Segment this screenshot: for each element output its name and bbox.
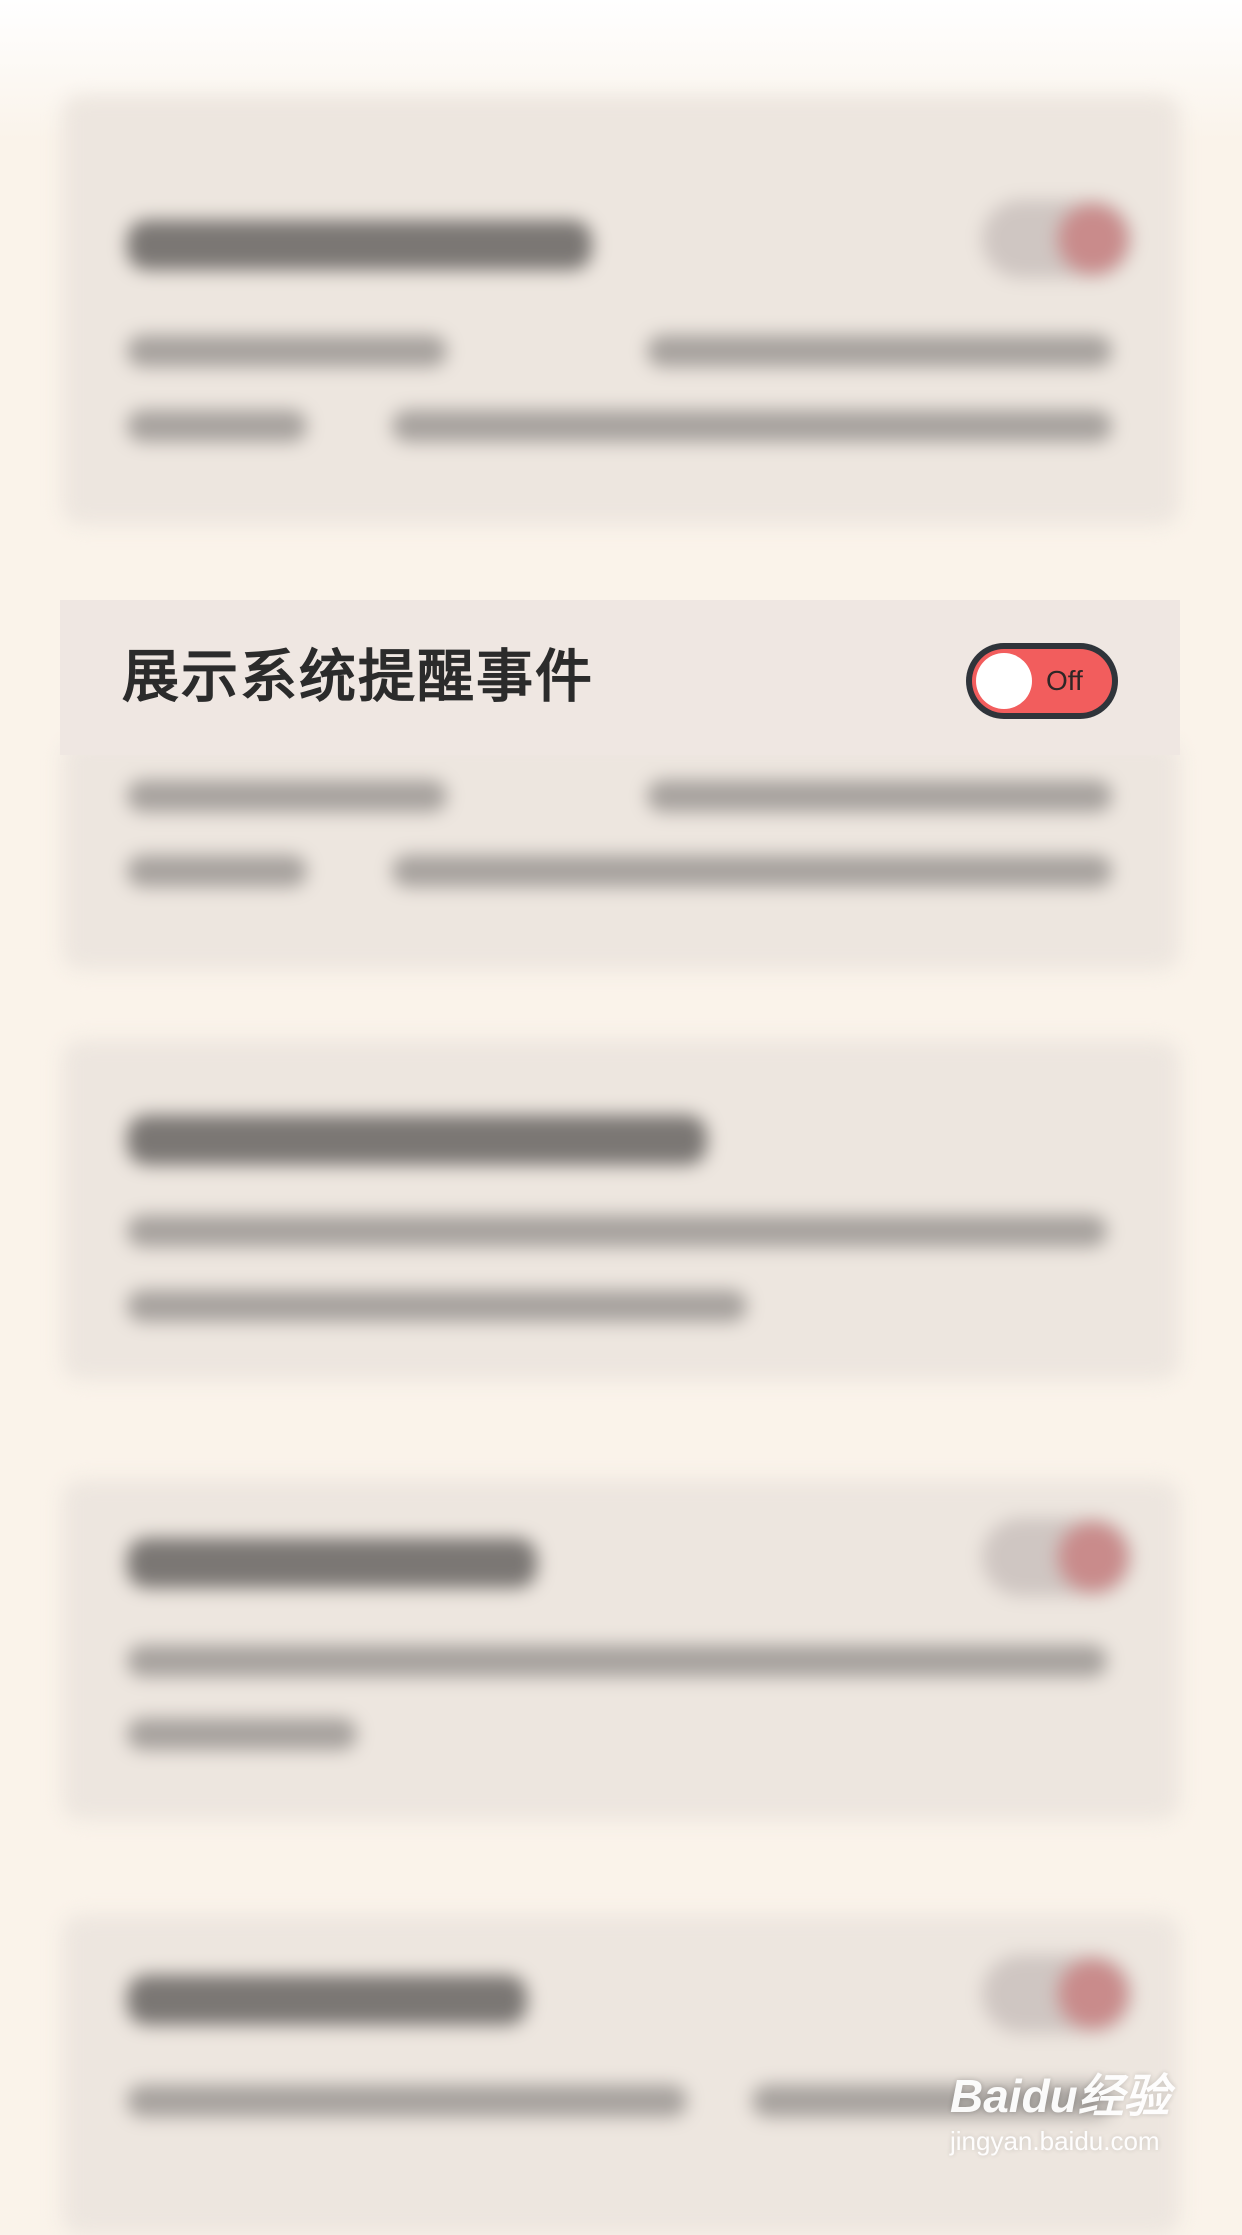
system-reminder-setting-row: 展示系统提醒事件 Off bbox=[60, 600, 1180, 755]
blurred-settings-card bbox=[62, 1040, 1180, 1380]
toggle-knob bbox=[976, 653, 1032, 709]
blurred-settings-card bbox=[62, 1480, 1180, 1820]
blurred-settings-card bbox=[62, 95, 1180, 525]
watermark-url: jingyan.baidu.com bbox=[950, 2126, 1160, 2156]
setting-label: 展示系统提醒事件 bbox=[122, 644, 594, 710]
baidu-jingyan-watermark: Baidu经验 jingyan.baidu.com bbox=[950, 2068, 1190, 2188]
toggle-state-label: Off bbox=[1046, 665, 1083, 696]
blurred-settings-card bbox=[62, 740, 1180, 970]
system-reminder-toggle[interactable]: Off bbox=[966, 643, 1118, 719]
watermark-logo: Baidu经验 bbox=[950, 2070, 1170, 2122]
